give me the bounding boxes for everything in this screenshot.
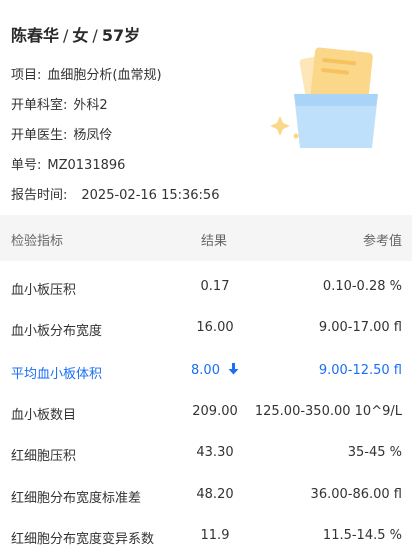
report-header: 陈春华 / 女/57岁 项目: 血细胞分析(血常规) 开单科室: 外科2 开单医生: 杨凤… bbox=[0, 0, 412, 212]
row-reference: 11.5-14.5 % bbox=[322, 528, 402, 543]
header-indicator: 检验指标 bbox=[11, 234, 64, 249]
header-result: 结果 bbox=[201, 234, 228, 249]
info-label: 开单科室: bbox=[11, 98, 68, 113]
table-row[interactable]: 红细胞压积 43.30 35-45 % bbox=[0, 432, 412, 473]
table-row[interactable]: 血小板压积 0.17 0.10-0.28 % bbox=[0, 266, 412, 307]
row-reference: 36.00-86.00 fl bbox=[310, 487, 402, 502]
patient-summary: 陈春华 / 女/57岁 bbox=[11, 22, 140, 46]
row-result: 0.17 bbox=[200, 279, 230, 294]
info-value: 杨凤伶 bbox=[73, 128, 113, 143]
info-order-number: 单号: MZ0131896 bbox=[11, 154, 125, 173]
table-row[interactable]: 红细胞分布宽度变异系数 11.9 11.5-14.5 % bbox=[0, 515, 412, 556]
patient-name: 陈春华 bbox=[11, 26, 60, 45]
row-result: 209.00 bbox=[192, 404, 238, 419]
info-label: 项目: bbox=[11, 68, 42, 83]
info-label: 报告时间: bbox=[11, 188, 68, 203]
row-reference: 9.00-17.00 fl bbox=[318, 320, 402, 335]
down-arrow-icon bbox=[228, 363, 239, 375]
info-label: 单号: bbox=[11, 158, 42, 173]
report-folder-illustration-icon bbox=[270, 47, 378, 148]
row-result: 8.00 bbox=[170, 363, 260, 378]
row-indicator: 平均血小板体积 bbox=[11, 367, 103, 382]
row-indicator: 红细胞分布宽度标准差 bbox=[11, 491, 142, 506]
separator: / bbox=[92, 26, 98, 45]
row-indicator: 血小板压积 bbox=[11, 283, 77, 298]
row-result-value: 8.00 bbox=[191, 363, 220, 378]
row-indicator: 血小板数目 bbox=[11, 408, 77, 423]
info-department: 开单科室: 外科2 bbox=[11, 94, 108, 113]
row-indicator: 红细胞压积 bbox=[11, 449, 77, 464]
separator: / bbox=[63, 26, 69, 45]
table-row[interactable]: 红细胞分布宽度标准差 48.20 36.00-86.00 fl bbox=[0, 474, 412, 515]
table-row[interactable]: 血小板数目 209.00 125.00-350.00 10^9/L bbox=[0, 391, 412, 432]
row-result: 11.9 bbox=[200, 528, 230, 543]
info-value: 2025-02-16 15:36:56 bbox=[81, 188, 220, 203]
table-row-abnormal[interactable]: 平均血小板体积 8.00 9.00-12.50 fl bbox=[0, 350, 412, 391]
row-result: 16.00 bbox=[196, 320, 234, 335]
info-value: 外科2 bbox=[73, 98, 108, 113]
info-project: 项目: 血细胞分析(血常规) bbox=[11, 64, 162, 83]
header-reference: 参考值 bbox=[362, 234, 402, 249]
info-value: MZ0131896 bbox=[47, 158, 126, 173]
table-header: 检验指标 结果 参考值 bbox=[0, 215, 412, 261]
row-result: 48.20 bbox=[196, 487, 234, 502]
patient-age: 57岁 bbox=[101, 26, 141, 45]
patient-gender: 女 bbox=[72, 26, 89, 45]
info-label: 开单医生: bbox=[11, 128, 68, 143]
row-reference: 35-45 % bbox=[347, 445, 402, 460]
info-value: 血细胞分析(血常规) bbox=[47, 68, 162, 83]
row-indicator: 红细胞分布宽度变异系数 bbox=[11, 532, 155, 547]
row-indicator: 血小板分布宽度 bbox=[11, 324, 103, 339]
row-reference: 0.10-0.28 % bbox=[322, 279, 402, 294]
info-doctor: 开单医生: 杨凤伶 bbox=[11, 124, 112, 143]
table-row[interactable]: 血小板分布宽度 16.00 9.00-17.00 fl bbox=[0, 307, 412, 348]
row-reference: 125.00-350.00 10^9/L bbox=[254, 404, 402, 419]
row-result: 43.30 bbox=[196, 445, 234, 460]
info-report-time: 报告时间: 2025-02-16 15:36:56 bbox=[11, 184, 219, 203]
row-reference: 9.00-12.50 fl bbox=[318, 363, 402, 378]
